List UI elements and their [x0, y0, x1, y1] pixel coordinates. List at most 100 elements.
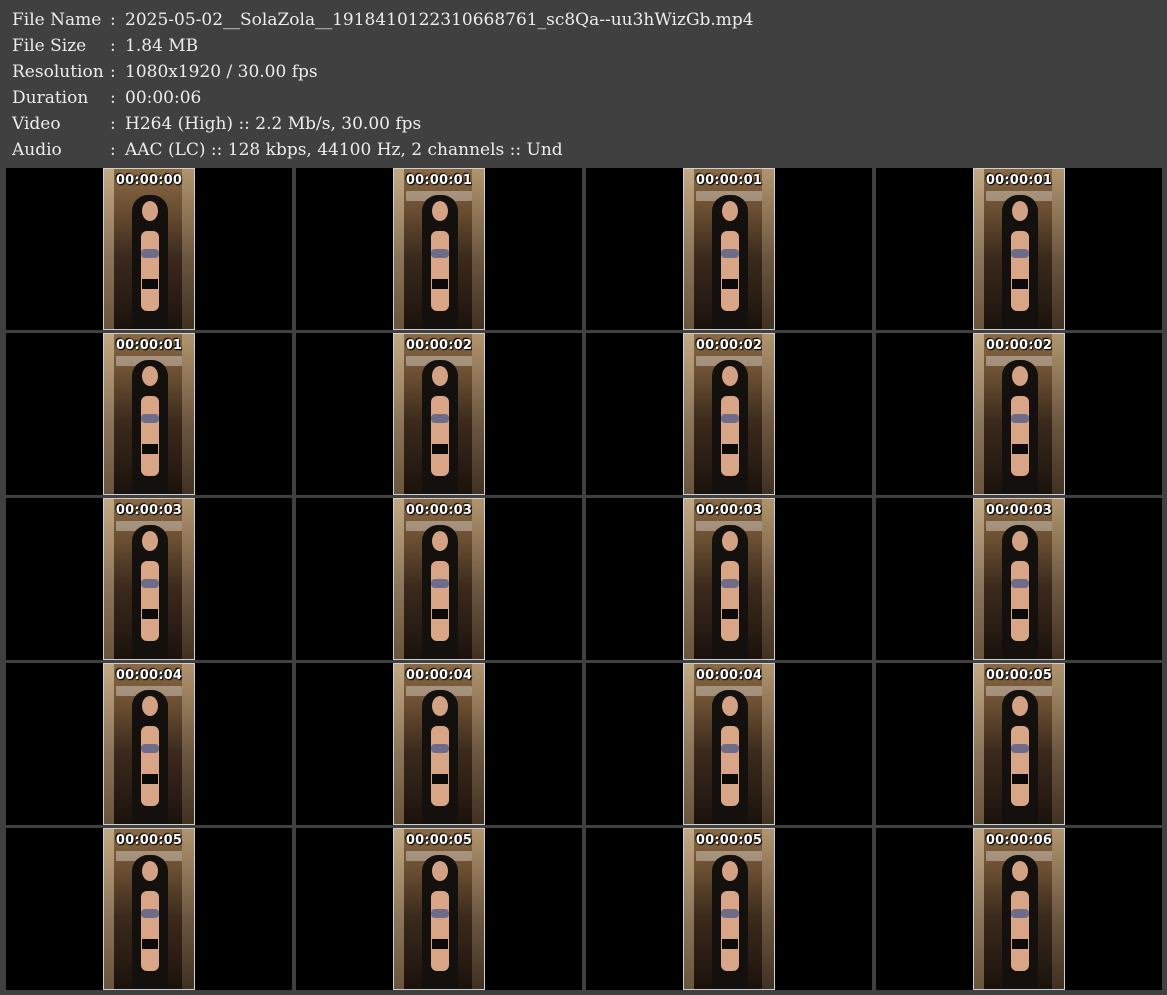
timestamp-label: 00:00:05 [985, 668, 1053, 683]
figure-head [432, 366, 448, 386]
separator: : [110, 10, 116, 30]
thumbnail-cell[interactable]: 00:00:06 [876, 828, 1162, 990]
figure-head [722, 201, 738, 221]
video-frame-image: 00:00:05 [393, 828, 485, 990]
thumbnail-cell[interactable]: 00:00:01 [586, 168, 872, 330]
figure-bra [431, 249, 449, 258]
thumbnail-cell[interactable]: 00:00:03 [296, 498, 582, 660]
thumbnail-cell[interactable]: 00:00:00 [6, 168, 292, 330]
thumbnail-cell[interactable]: 00:00:05 [6, 828, 292, 990]
audio-row: Audio : AAC (LC) :: 128 kbps, 44100 Hz, … [12, 137, 754, 163]
thumbnail-cell[interactable]: 00:00:04 [586, 663, 872, 825]
person-figure [712, 855, 748, 989]
figure-head [722, 366, 738, 386]
video-frame-image: 00:00:00 [103, 168, 195, 330]
resolution-row: Resolution : 1080x1920 / 30.00 fps [12, 59, 754, 85]
separator: : [110, 36, 116, 56]
thumbnail-cell[interactable]: 00:00:01 [6, 333, 292, 495]
figure-bra [431, 579, 449, 588]
person-figure [712, 195, 748, 329]
person-figure [1002, 855, 1038, 989]
figure-brief [142, 444, 158, 454]
figure-brief [1012, 774, 1028, 784]
video-frame-image: 00:00:02 [683, 333, 775, 495]
thumbnail-cell[interactable]: 00:00:05 [586, 828, 872, 990]
figure-skin [141, 561, 159, 641]
figure-brief [432, 939, 448, 949]
person-figure [422, 855, 458, 989]
thumbnail-cell[interactable]: 00:00:03 [586, 498, 872, 660]
person-figure [712, 690, 748, 824]
figure-bra [431, 909, 449, 918]
figure-skin [431, 891, 449, 971]
timestamp-label: 00:00:04 [695, 668, 763, 683]
person-figure [132, 525, 168, 659]
figure-brief [722, 774, 738, 784]
timestamp-label: 00:00:06 [985, 833, 1053, 848]
video-frame-image: 00:00:01 [393, 168, 485, 330]
thumbnail-cell[interactable]: 00:00:05 [296, 828, 582, 990]
figure-head [1012, 696, 1028, 716]
timestamp-label: 00:00:01 [115, 338, 183, 353]
figure-brief [722, 444, 738, 454]
timestamp-label: 00:00:03 [405, 503, 473, 518]
video-frame-image: 00:00:03 [973, 498, 1065, 660]
figure-bra [721, 249, 739, 258]
figure-brief [432, 279, 448, 289]
timestamp-label: 00:00:03 [115, 503, 183, 518]
figure-head [1012, 366, 1028, 386]
thumbnail-cell[interactable]: 00:00:01 [876, 168, 1162, 330]
figure-bra [1011, 249, 1029, 258]
thumbnail-cell[interactable]: 00:00:01 [296, 168, 582, 330]
person-figure [132, 690, 168, 824]
thumbnail-cell[interactable]: 00:00:03 [6, 498, 292, 660]
figure-skin [1011, 891, 1029, 971]
figure-brief [1012, 279, 1028, 289]
timestamp-label: 00:00:00 [115, 173, 183, 188]
figure-head [1012, 861, 1028, 881]
thumbnail-grid: 00:00:00 00:00:01 00:00:01 00:00:01 00:00:01… [6, 168, 1162, 990]
timestamp-label: 00:00:04 [115, 668, 183, 683]
thumbnail-cell[interactable]: 00:00:02 [296, 333, 582, 495]
figure-brief [722, 939, 738, 949]
duration-row: Duration : 00:00:06 [12, 85, 754, 111]
person-figure [422, 195, 458, 329]
thumbnail-cell[interactable]: 00:00:05 [876, 663, 1162, 825]
video-frame-image: 00:00:05 [683, 828, 775, 990]
figure-head [722, 531, 738, 551]
figure-bra [431, 414, 449, 423]
thumbnail-cell[interactable]: 00:00:03 [876, 498, 1162, 660]
figure-head [142, 366, 158, 386]
file-size-value: 1.84 MB [125, 36, 199, 56]
duration-value: 00:00:06 [125, 88, 202, 108]
video-frame-image: 00:00:05 [103, 828, 195, 990]
thumbnail-cell[interactable]: 00:00:04 [6, 663, 292, 825]
figure-skin [721, 231, 739, 311]
figure-bra [1011, 579, 1029, 588]
separator: : [110, 62, 116, 82]
thumbnail-cell[interactable]: 00:00:02 [876, 333, 1162, 495]
figure-head [432, 861, 448, 881]
timestamp-label: 00:00:05 [115, 833, 183, 848]
thumbnail-cell[interactable]: 00:00:02 [586, 333, 872, 495]
figure-skin [141, 891, 159, 971]
timestamp-label: 00:00:03 [695, 503, 763, 518]
video-frame-image: 00:00:03 [683, 498, 775, 660]
figure-skin [141, 231, 159, 311]
figure-bra [141, 909, 159, 918]
figure-skin [1011, 231, 1029, 311]
figure-bra [1011, 909, 1029, 918]
person-figure [1002, 195, 1038, 329]
figure-brief [1012, 609, 1028, 619]
figure-brief [142, 939, 158, 949]
figure-bra [721, 744, 739, 753]
person-figure [1002, 525, 1038, 659]
figure-bra [141, 249, 159, 258]
resolution-label: Resolution [12, 62, 104, 82]
figure-bra [141, 744, 159, 753]
figure-skin [721, 726, 739, 806]
thumbnail-cell[interactable]: 00:00:04 [296, 663, 582, 825]
figure-bra [721, 414, 739, 423]
figure-skin [1011, 561, 1029, 641]
figure-brief [432, 444, 448, 454]
